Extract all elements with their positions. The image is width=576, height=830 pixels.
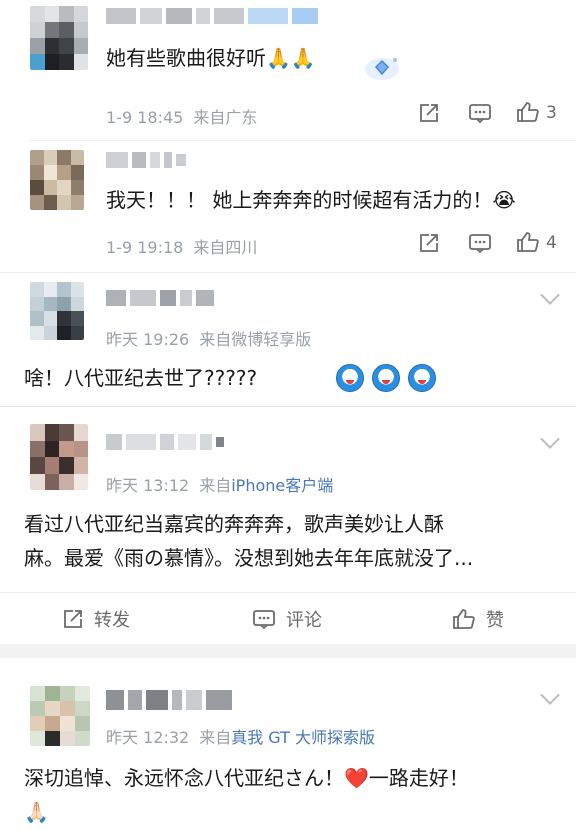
avatar[interactable] — [30, 282, 84, 340]
avatar[interactable] — [30, 6, 88, 70]
comment-location: 来自广东 — [193, 108, 258, 127]
comment-meta: 1-9 18:45 来自广东 — [106, 104, 257, 128]
like-label: 赞 — [486, 610, 504, 631]
comment-label: 评论 — [286, 610, 322, 631]
divider — [30, 140, 576, 141]
comment-location-prefix: 来自 — [199, 728, 232, 747]
chevron-down-icon[interactable] — [540, 685, 560, 705]
username-blurred[interactable] — [106, 434, 224, 450]
chevron-down-icon[interactable] — [540, 285, 560, 305]
comment-time: 昨天 19:26 — [106, 330, 190, 349]
username-blurred[interactable] — [106, 152, 186, 168]
comment-icon — [253, 610, 275, 630]
share-icon[interactable] — [418, 102, 440, 128]
comment-text: 啥！八代亚纪去世了????? — [24, 366, 258, 390]
comment-text-line: 看过八代亚纪当嘉宾的奔奔奔，歌声美妙让人酥 — [24, 512, 444, 536]
chevron-down-icon[interactable] — [540, 429, 560, 449]
username-blurred[interactable] — [106, 690, 232, 710]
like-button[interactable]: 赞 — [452, 606, 504, 632]
comment-time: 1-9 19:18 — [106, 238, 184, 257]
client-link[interactable]: iPhone客户端 — [231, 476, 333, 495]
username-blurred[interactable] — [106, 290, 214, 306]
username-blurred[interactable] — [106, 8, 318, 24]
comment-location-prefix: 来自 — [199, 476, 232, 495]
avatar[interactable] — [30, 686, 90, 746]
comment-button[interactable]: 评论 — [252, 606, 322, 632]
client-link[interactable]: 真我 GT 大师探索版 — [231, 728, 375, 747]
like-count: 4 — [546, 233, 557, 253]
repost-button[interactable]: 转发 — [62, 606, 130, 632]
doraemon-face-icon — [408, 364, 436, 392]
like-icon — [453, 609, 475, 629]
comment-text: 深切追悼、永远怀念八代亚纪さん！❤️一路走好！ — [24, 766, 469, 790]
repost-label: 转发 — [94, 610, 130, 631]
comment-meta: 1-9 19:18 来自四川 — [106, 234, 257, 258]
comment-text: 我天！！！ 她上奔奔奔的时候超有活力的！😭 — [106, 188, 516, 212]
comment-location: 来自微博轻享版 — [199, 330, 312, 349]
like-icon[interactable] — [516, 231, 540, 257]
comment-icon[interactable] — [468, 102, 492, 128]
divider — [0, 272, 576, 273]
comment-time: 昨天 12:32 — [106, 728, 190, 747]
comment-icon[interactable] — [468, 232, 492, 258]
avatar[interactable] — [30, 424, 88, 490]
comment-time: 1-9 18:45 — [106, 108, 184, 127]
comment-meta: 昨天 12:32 来自真我 GT 大师探索版 — [106, 724, 375, 748]
like-count: 3 — [546, 103, 557, 123]
comment-text-line: 🙏🏻 — [24, 800, 49, 824]
comment-location: 来自四川 — [193, 238, 258, 257]
doraemon-face-icon — [336, 364, 364, 392]
like-icon[interactable] — [516, 101, 540, 127]
avatar[interactable] — [30, 150, 84, 210]
comment-text: 她有些歌曲很好听🙏🙏 — [106, 46, 316, 70]
comment-time: 昨天 13:12 — [106, 476, 190, 495]
comment-meta: 昨天 19:26 来自微博轻享版 — [106, 326, 311, 350]
doraemon-face-icon — [372, 364, 400, 392]
divider — [0, 406, 576, 407]
repost-icon — [64, 610, 82, 628]
section-separator — [0, 644, 576, 658]
badge-diamond-icon — [364, 52, 404, 82]
share-icon[interactable] — [418, 232, 440, 258]
comment-text-line: 麻。最爱《雨の慕情》。没想到她去年年底就没了... — [24, 546, 474, 570]
divider — [0, 592, 576, 593]
emoji-row — [336, 364, 436, 392]
comment-meta: 昨天 13:12 来自iPhone客户端 — [106, 472, 333, 496]
